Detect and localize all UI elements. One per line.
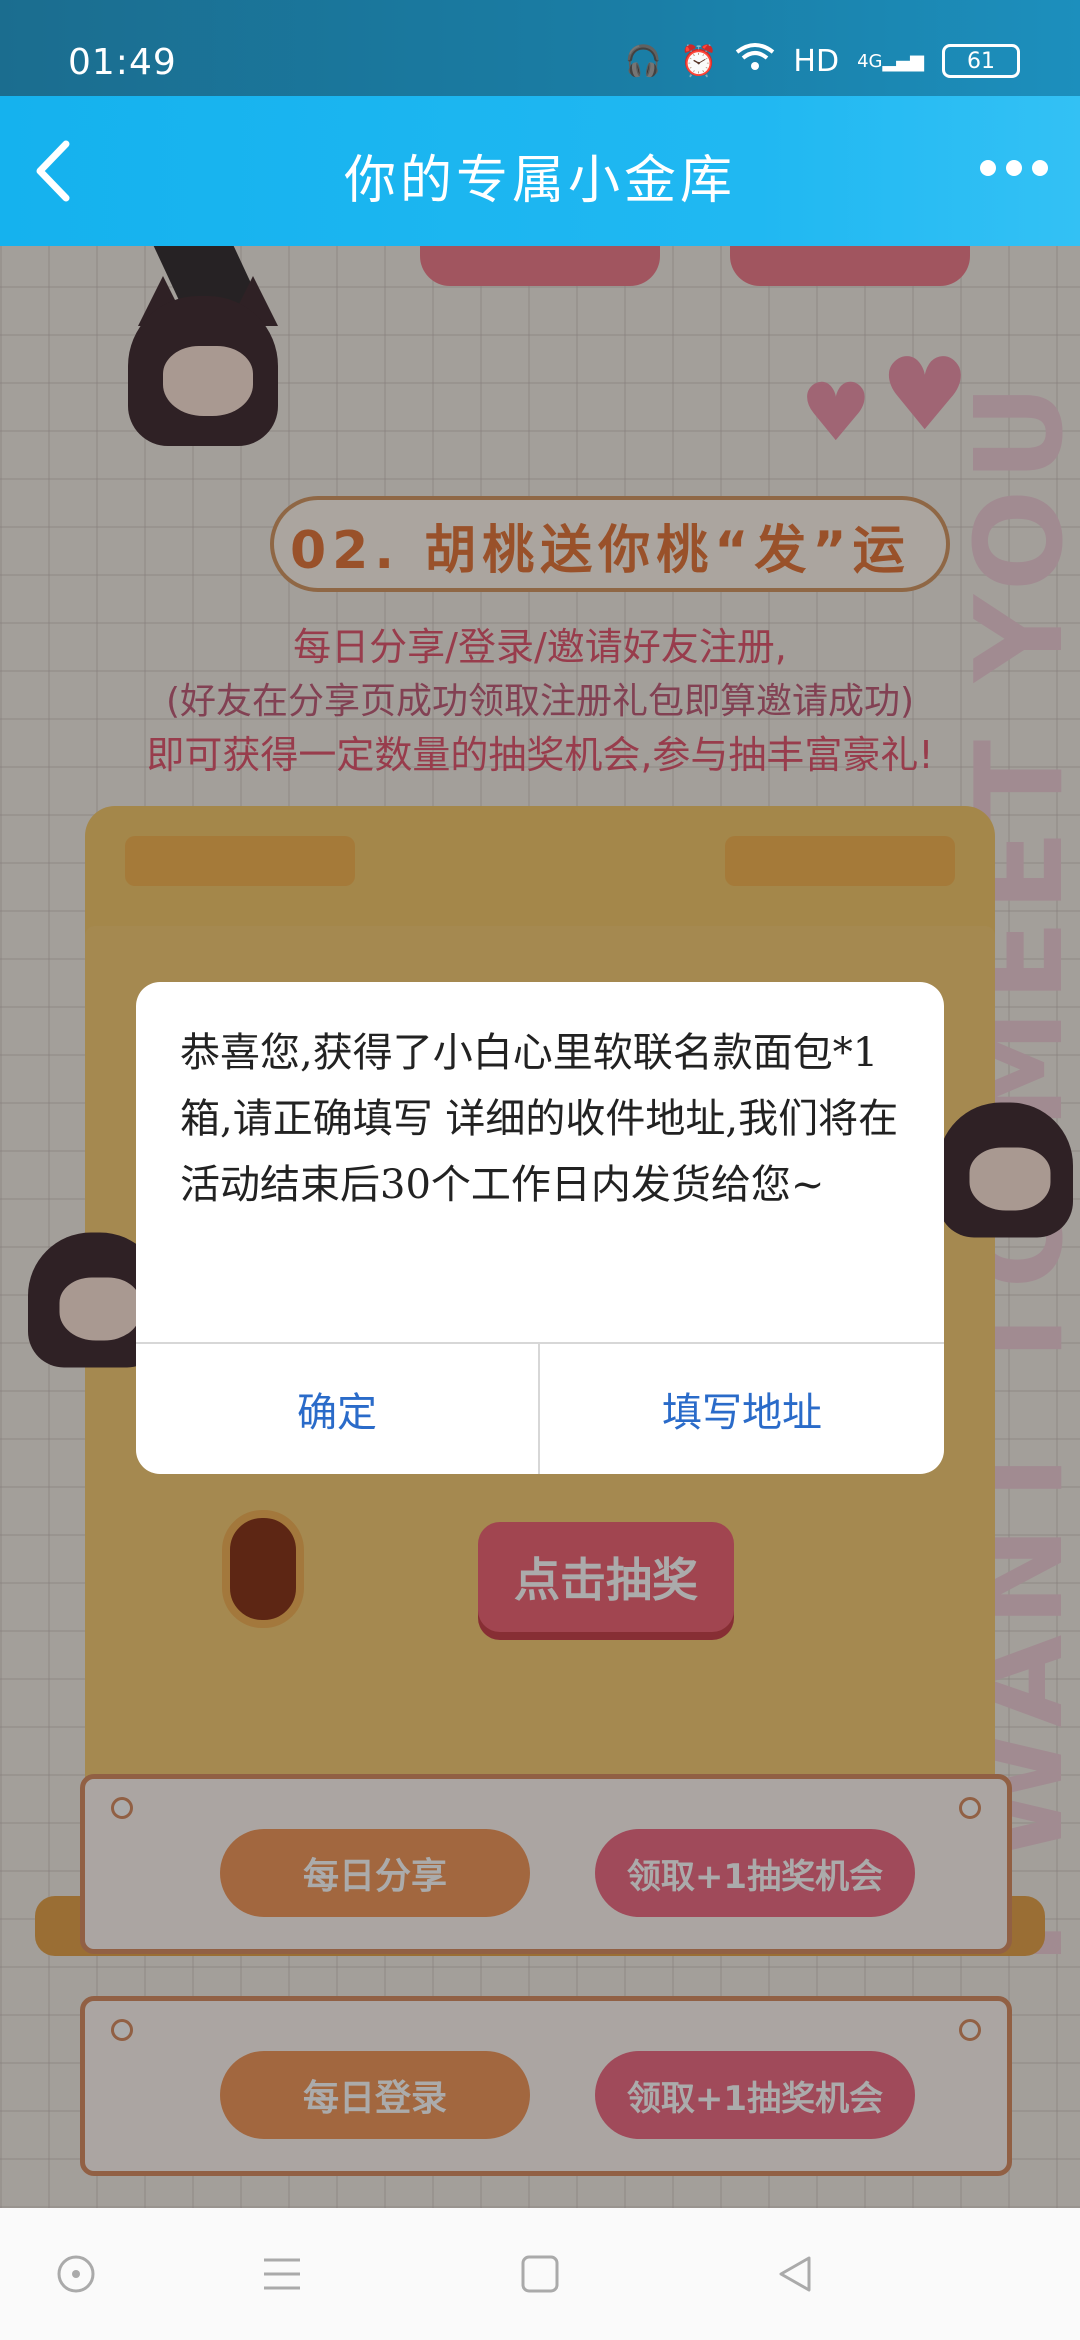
fill-address-button[interactable]: 填写地址	[540, 1344, 944, 1474]
more-button[interactable]	[980, 148, 1050, 188]
triangle-back-icon	[779, 2256, 811, 2292]
system-nav-bar	[0, 2208, 1080, 2340]
home-button[interactable]	[510, 2244, 570, 2304]
battery-icon: 61	[942, 44, 1020, 78]
status-icons: 🎧 ⏰ HD 4G▂▄▆ 61	[625, 42, 1020, 80]
headphones-icon: 🎧	[624, 43, 663, 79]
app-header: 你的专属小金库	[0, 96, 1080, 246]
menu-icon	[264, 2258, 300, 2290]
wifi-icon	[735, 42, 775, 80]
hd-label: HD	[793, 43, 840, 79]
alarm-icon: ⏰	[680, 43, 718, 79]
battery-level: 61	[967, 48, 995, 74]
more-dot-icon	[980, 160, 996, 176]
signal-icon: 4G▂▄▆	[857, 50, 924, 72]
square-icon	[521, 2255, 559, 2293]
menu-button[interactable]	[252, 2244, 312, 2304]
status-bar: 01:49 🎧 ⏰ HD 4G▂▄▆ 61	[0, 0, 1080, 96]
circle-dot-icon	[57, 2255, 95, 2293]
assistant-button[interactable]	[46, 2244, 106, 2304]
back-nav-button[interactable]	[765, 2244, 825, 2304]
dialog-message: 恭喜您,获得了小白心里软联名款面包*1箱,请正确填写 详细的收件地址,我们将在活…	[180, 1030, 899, 1208]
more-dot-icon	[1032, 160, 1048, 176]
page-title: 你的专属小金库	[343, 151, 736, 211]
confirm-button[interactable]: 确定	[136, 1344, 538, 1474]
more-dot-icon	[1006, 160, 1022, 176]
reward-dialog: 恭喜您,获得了小白心里软联名款面包*1箱,请正确填写 详细的收件地址,我们将在活…	[136, 982, 944, 1474]
status-time: 01:49	[68, 42, 177, 83]
network-type: 4G	[857, 50, 883, 72]
